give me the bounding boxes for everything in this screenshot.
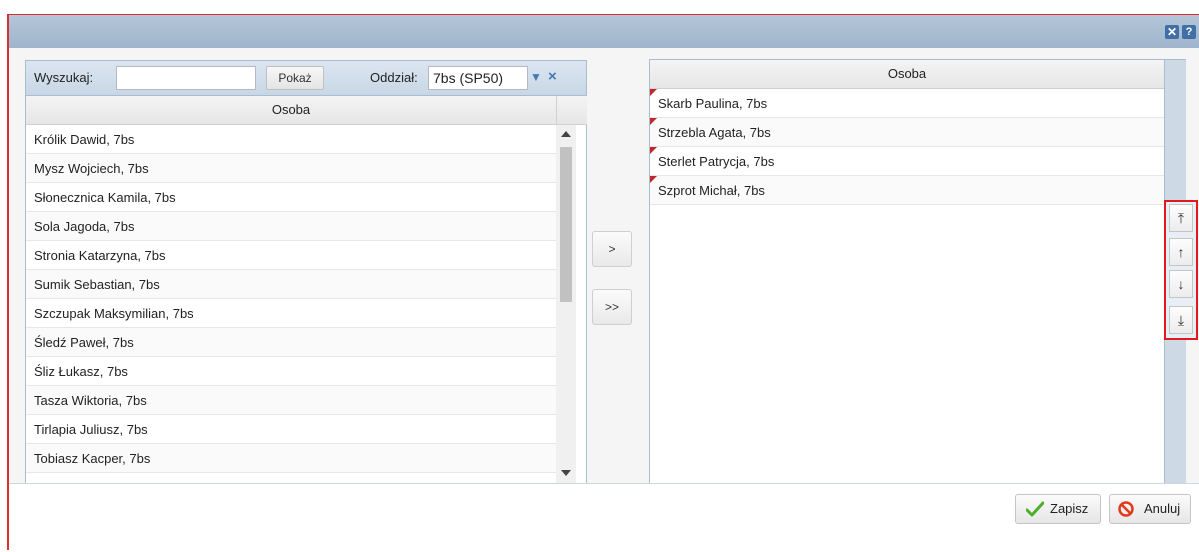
close-icon[interactable]: ✕ <box>1165 25 1179 39</box>
show-button[interactable]: Pokaż <box>266 66 324 90</box>
class-select[interactable]: 7bs (SP50) <box>428 66 528 90</box>
move-to-bottom-icon[interactable]: ⤓ <box>1169 306 1193 334</box>
selection-dialog: ✕ ? Wyszukaj: Pokaż Oddział: 7bs (SP50) … <box>7 14 1199 552</box>
column-header-person[interactable]: Osoba <box>26 96 556 125</box>
selected-list-panel: Osoba Skarb Paulina, 7bs Strzebla Agata,… <box>649 59 1186 485</box>
list-item[interactable]: Śliz Łukasz, 7bs <box>26 357 556 386</box>
scroll-up-arrow-icon[interactable] <box>561 131 571 137</box>
list-item[interactable]: Tobiasz Kacper, 7bs <box>26 444 556 473</box>
save-button-label: Zapisz <box>1050 501 1089 516</box>
list-item[interactable]: Słonecznica Kamila, 7bs <box>26 183 556 212</box>
column-header-spacer <box>556 96 587 125</box>
list-item[interactable]: Śledź Paweł, 7bs <box>26 328 556 357</box>
dialog-content: Wyszukaj: Pokaż Oddział: 7bs (SP50) ▼ × … <box>9 48 1199 487</box>
clear-icon[interactable]: × <box>548 68 557 85</box>
list-item[interactable]: Tirlapia Juliusz, 7bs <box>26 415 556 444</box>
order-button-group: ⤒ ↑ ↓ ⤓ <box>1164 200 1198 340</box>
list-item[interactable]: Szprot Michał, 7bs <box>650 176 1164 205</box>
list-item[interactable]: Mysz Wojciech, 7bs <box>26 154 556 183</box>
help-icon[interactable]: ? <box>1182 25 1196 39</box>
save-button[interactable]: Zapisz <box>1015 494 1101 524</box>
cancel-button[interactable]: Anuluj <box>1109 494 1191 524</box>
cancel-button-label: Anuluj <box>1144 501 1181 516</box>
chevron-down-icon[interactable]: ▼ <box>530 70 542 84</box>
list-item[interactable]: Sterlet Patrycja, 7bs <box>650 147 1164 176</box>
column-header-person-selected[interactable]: Osoba <box>650 60 1164 89</box>
list-item[interactable]: Królik Dawid, 7bs <box>26 125 556 154</box>
list-item[interactable]: Skarb Paulina, 7bs <box>650 89 1164 118</box>
list-item[interactable]: Szczupak Maksymilian, 7bs <box>26 299 556 328</box>
dialog-footer: Zapisz Anuluj <box>9 483 1199 552</box>
page-top-strip <box>0 0 1199 14</box>
filter-toolbar: Wyszukaj: Pokaż Oddział: 7bs (SP50) ▼ × <box>26 61 586 96</box>
move-up-icon[interactable]: ↑ <box>1169 238 1193 266</box>
selected-list: Skarb Paulina, 7bs Strzebla Agata, 7bs S… <box>650 89 1164 484</box>
class-label: Oddział: <box>370 70 418 85</box>
move-down-icon[interactable]: ↓ <box>1169 270 1193 298</box>
move-to-top-icon[interactable]: ⤒ <box>1169 204 1193 232</box>
list-item[interactable]: Strzebla Agata, 7bs <box>650 118 1164 147</box>
list-item[interactable]: Sumik Sebastian, 7bs <box>26 270 556 299</box>
vertical-scrollbar[interactable] <box>556 125 576 486</box>
move-all-button[interactable]: >> <box>592 289 632 325</box>
available-list-panel: Wyszukaj: Pokaż Oddział: 7bs (SP50) ▼ × … <box>25 60 587 487</box>
scrollbar-thumb[interactable] <box>560 147 572 302</box>
move-selected-button[interactable]: > <box>592 231 632 267</box>
list-item[interactable]: Tasza Wiktoria, 7bs <box>26 386 556 415</box>
list-item[interactable]: Stronia Katarzyna, 7bs <box>26 241 556 270</box>
check-icon <box>1026 501 1044 517</box>
list-item[interactable]: Sola Jagoda, 7bs <box>26 212 556 241</box>
available-list: Królik Dawid, 7bs Mysz Wojciech, 7bs Sło… <box>26 125 556 486</box>
scroll-down-arrow-icon[interactable] <box>561 470 571 476</box>
dialog-titlebar: ✕ ? <box>9 15 1199 48</box>
search-input[interactable] <box>116 66 256 90</box>
cancel-icon <box>1118 501 1134 517</box>
search-label: Wyszukaj: <box>34 70 94 85</box>
